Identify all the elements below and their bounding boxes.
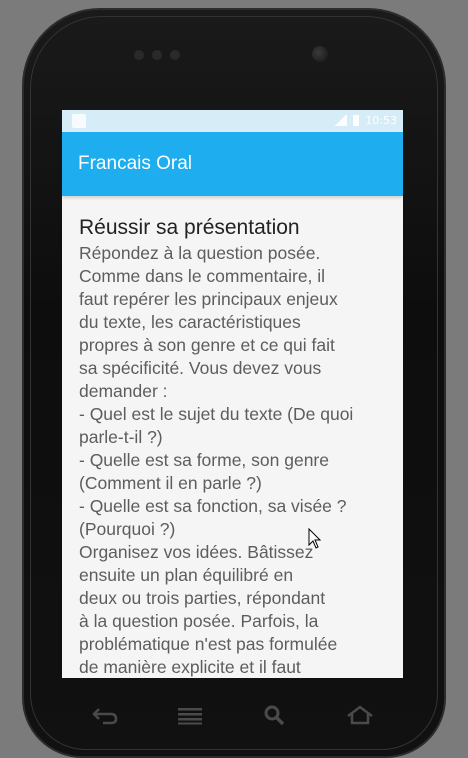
article-line: à la question posée. Parfois, la	[79, 611, 319, 631]
signal-icon	[333, 115, 348, 126]
article-line: problématique n'est pas formulée	[79, 634, 338, 654]
article-title: Réussir sa présentation	[79, 216, 300, 239]
home-icon	[347, 705, 374, 725]
device-screen: 10:53 Francais Oral Réussir sa présentat…	[62, 110, 403, 678]
article-content[interactable]: Réussir sa présentation Répondez à la qu…	[62, 196, 403, 678]
hardware-nav-bar	[62, 690, 403, 740]
article-body: Répondez à la question posée. Comme dans…	[79, 242, 387, 678]
battery-icon	[353, 115, 360, 126]
speaker-grille	[134, 48, 184, 62]
article-line: deux ou trois parties, répondant	[79, 588, 326, 608]
article-line: parle-t-il ?)	[79, 427, 163, 447]
status-bar: 10:53	[62, 110, 403, 132]
article-line: demander :	[79, 381, 168, 401]
article-line: - Quelle est sa fonction, sa visée ?	[79, 496, 347, 516]
article-line: - Quelle est sa forme, son genre	[79, 450, 329, 470]
article-line: sa spécificité. Vous devez vous	[79, 358, 322, 378]
menu-icon	[177, 708, 202, 725]
menu-button[interactable]	[170, 700, 210, 730]
article-line: du texte, les caractéristiques	[79, 312, 301, 332]
article-line: Comme dans le commentaire, il	[79, 266, 326, 286]
status-time: 10:53	[365, 114, 397, 127]
article-line: (Pourquoi ?)	[79, 519, 176, 539]
app-bar: Francais Oral	[62, 132, 403, 196]
notification-icon	[72, 114, 86, 128]
article-line: faut repérer les principaux enjeux	[79, 289, 338, 309]
article-line: Organisez vos idées. Bâtissez	[79, 542, 314, 562]
article-line: propres à son genre et ce qui fait	[79, 335, 335, 355]
search-icon	[264, 705, 285, 726]
front-camera	[312, 46, 328, 62]
mouse-cursor-icon	[308, 528, 322, 549]
article-line: de manière explicite et il faut	[79, 657, 301, 677]
article-line: Répondez à la question posée.	[79, 243, 321, 263]
home-button[interactable]	[340, 700, 380, 730]
app-title: Francais Oral	[78, 153, 193, 174]
article-line: (Comment il en parle ?)	[79, 473, 262, 493]
article-line: - Quel est le sujet du texte (De quoi	[79, 404, 354, 424]
back-icon	[91, 708, 117, 725]
article-line: ensuite un plan équilibré en	[79, 565, 294, 585]
search-button[interactable]	[255, 700, 295, 730]
back-button[interactable]	[85, 700, 125, 730]
